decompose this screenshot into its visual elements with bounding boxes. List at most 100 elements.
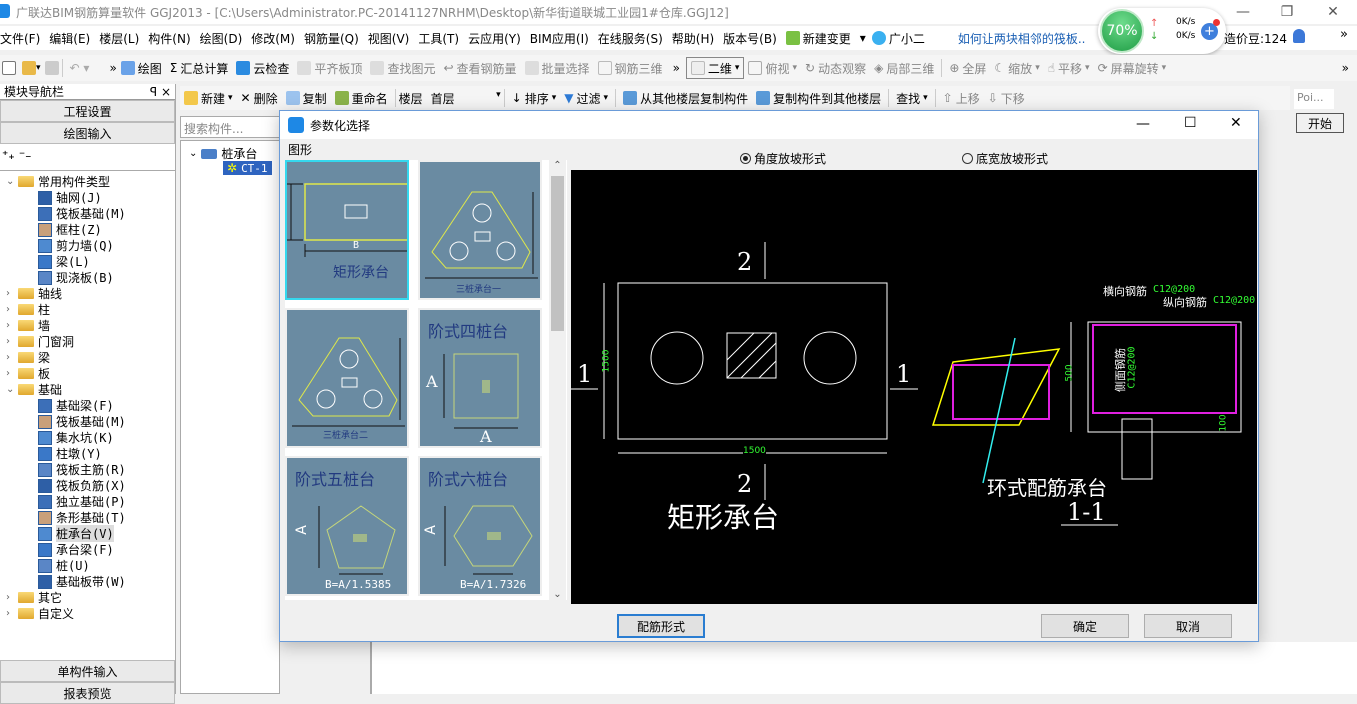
chevron-right-icon[interactable]: › (6, 352, 14, 363)
tree-item[interactable]: 桩(U) (38, 557, 90, 574)
tree-item[interactable]: 筏板负筋(X) (38, 477, 126, 494)
overflow-chevron-icon[interactable]: » (109, 61, 116, 75)
menu-rebar[interactable]: 钢筋量(Q) (304, 30, 364, 47)
view-rebar-button[interactable]: ↩ 查看钢筋量 (439, 60, 520, 77)
chevron-right-icon[interactable]: › (6, 320, 14, 331)
open-folder-icon[interactable] (22, 61, 36, 75)
beans-count[interactable]: 造价豆:124 (1224, 30, 1287, 47)
single-input-button[interactable]: 单构件输入 (0, 660, 175, 682)
poi-field[interactable]: Poi... (1294, 89, 1334, 109)
thumb-three-pile-2[interactable]: 三桩承台二 (285, 308, 409, 448)
view-2d-select[interactable]: 二维 ▾ (685, 57, 745, 79)
menu-tools[interactable]: 工具(T) (418, 30, 464, 47)
close-icon[interactable]: × (161, 85, 171, 99)
zoom-button[interactable]: ☾ 缩放 ▾ (990, 60, 1043, 77)
gallery-scrollbar[interactable]: ⌃ ⌄ (549, 160, 566, 600)
tree-item[interactable]: 梁(L) (38, 253, 90, 270)
project-settings-button[interactable]: 工程设置 (0, 100, 175, 122)
menu-file[interactable]: 文件(F) (0, 30, 45, 47)
menu-floor[interactable]: 楼层(L) (99, 30, 144, 47)
minimize-icon[interactable]: — (1220, 0, 1266, 24)
menu-draw[interactable]: 绘图(D) (200, 30, 248, 47)
thumb-rect-cap[interactable]: B 矩形承台 (285, 160, 410, 300)
tree-item[interactable]: 条形基础(T) (38, 509, 126, 526)
dropdown-arrow-icon[interactable]: ▾ (860, 31, 866, 45)
undo-icon[interactable]: ↶ ▾ (70, 61, 90, 75)
tree-item[interactable]: › 自定义 (6, 605, 74, 622)
minimize-icon[interactable]: — (1136, 116, 1150, 132)
chevron-up-icon[interactable]: ⌃ (549, 160, 566, 171)
align-slab-top-button[interactable]: 平齐板顶 (293, 60, 366, 77)
tree-item[interactable]: 基础梁(F) (38, 397, 114, 414)
tree-item[interactable]: 筏板主筋(R) (38, 461, 126, 478)
close-icon[interactable]: ✕ (1310, 0, 1356, 24)
radio-angle-slope[interactable]: 角度放坡形式 (740, 150, 826, 167)
tree-item[interactable]: 承台梁(F) (38, 541, 114, 558)
report-preview-button[interactable]: 报表预览 (0, 682, 175, 704)
tree-item[interactable]: 集水坑(K) (38, 429, 114, 446)
tree-item[interactable]: › 轴线 (6, 285, 62, 302)
summary-calc-button[interactable]: Σ 汇总计算 (166, 60, 233, 77)
draw-button[interactable]: 绘图 (117, 60, 166, 77)
close-icon[interactable]: ✕ (1230, 115, 1242, 131)
scroll-thumb[interactable] (551, 176, 564, 331)
start-button[interactable]: 开始 (1296, 113, 1344, 133)
new-button[interactable]: 新建 ▾ (180, 90, 237, 107)
floor-select[interactable]: 首层 ▾ (431, 90, 501, 107)
tree-item[interactable]: ⌄ 常用构件类型 (6, 173, 110, 190)
thumb-step-five[interactable]: 阶式五桩台 A B=A/1.5385 (285, 456, 409, 596)
menu-new-change[interactable]: 新建变更 (803, 30, 856, 47)
chevron-right-icon[interactable]: › (6, 368, 14, 379)
ok-button[interactable]: 确定 (1041, 614, 1129, 638)
chevron-down-icon[interactable]: ⌄ (6, 176, 14, 187)
chevron-right-icon[interactable]: › (6, 336, 14, 347)
chevron-down-icon[interactable]: ⌄ (6, 384, 14, 395)
rotate-screen-button[interactable]: ⟳ 屏幕旋转 ▾ (1094, 60, 1171, 77)
memory-percent[interactable]: 70% (1100, 9, 1144, 53)
fullscreen-button[interactable]: ⊕ 全屏 (945, 60, 990, 77)
tree-item[interactable]: › 其它 (6, 589, 62, 606)
tree-item[interactable]: 框柱(Z) (38, 221, 102, 238)
tree-item[interactable]: › 梁 (6, 349, 50, 366)
tree-item[interactable]: › 墙 (6, 317, 50, 334)
thumb-step-six[interactable]: 阶式六桩台 A B=A/1.7326 (418, 456, 542, 596)
dropdown-arrow-icon[interactable]: ▾ (36, 63, 41, 73)
tree-item[interactable]: 柱墩(Y) (38, 445, 102, 462)
tree-item[interactable]: 基础板带(W) (38, 573, 126, 590)
batch-select-button[interactable]: 批量选择 (521, 60, 594, 77)
tree-item[interactable]: › 板 (6, 365, 50, 382)
menu-modify[interactable]: 修改(M) (251, 30, 300, 47)
filter-button[interactable]: ▼ 过滤 ▾ (560, 90, 612, 107)
sort-button[interactable]: ↓ 排序 ▾ (508, 90, 561, 107)
new-file-icon[interactable] (2, 61, 16, 75)
move-up-button[interactable]: ⇧ 上移 (939, 90, 984, 107)
cloud-check-button[interactable]: 云检查 (232, 60, 293, 77)
overflow-chevron-icon[interactable]: » (1342, 61, 1349, 75)
tree-item[interactable]: 独立基础(P) (38, 493, 126, 510)
chevron-down-icon[interactable]: ⌄ (549, 589, 566, 600)
chevron-right-icon[interactable]: › (6, 304, 14, 315)
menu-cloud[interactable]: 云应用(Y) (468, 30, 526, 47)
copy-from-floor-button[interactable]: 从其他楼层复制构件 (619, 90, 752, 107)
save-icon[interactable] (44, 61, 59, 75)
chevron-right-icon[interactable]: › (6, 288, 14, 299)
thumb-three-pile-1[interactable]: 三桩承台一 (418, 160, 542, 300)
copy-button[interactable]: 复制 (282, 90, 331, 107)
drawing-area[interactable] (370, 642, 1357, 694)
rebar-form-button[interactable]: 配筋形式 (617, 614, 705, 638)
pan-button[interactable]: ☝ 平移 ▾ (1044, 60, 1094, 77)
local-3d-button[interactable]: ◈ 局部三维 (870, 60, 938, 77)
menu-help[interactable]: 帮助(H) (672, 30, 719, 47)
menu-assistant[interactable]: 广小二 (889, 30, 930, 47)
radio-width-slope[interactable]: 底宽放坡形式 (962, 150, 1048, 167)
rebar-3d-button[interactable]: 钢筋三维 (594, 60, 667, 77)
copy-to-floor-button[interactable]: 复制构件到其他楼层 (752, 90, 885, 107)
tree-item[interactable]: 现浇板(B) (38, 269, 114, 286)
menu-bim[interactable]: BIM应用(I) (530, 30, 594, 47)
delete-button[interactable]: ✕ 删除 (237, 90, 282, 107)
maximize-icon[interactable]: ☐ (1184, 115, 1197, 131)
move-down-button[interactable]: ⇩ 下移 (984, 90, 1029, 107)
draw-input-button[interactable]: 绘图输入 (0, 122, 175, 144)
tree-item[interactable]: 剪力墙(Q) (38, 237, 114, 254)
menu-edit[interactable]: 编辑(E) (49, 30, 95, 47)
